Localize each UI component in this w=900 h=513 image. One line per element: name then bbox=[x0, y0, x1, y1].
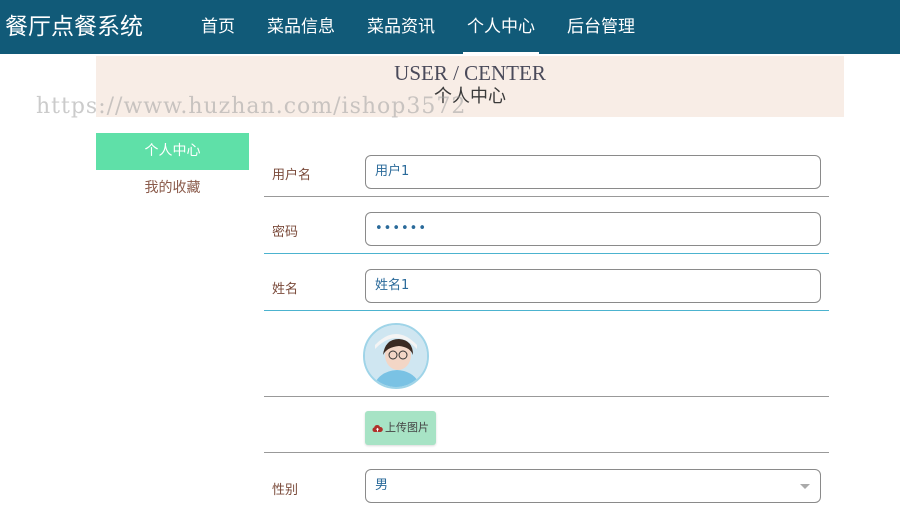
watermark: https://www.huzhan.com/ishop3572 bbox=[36, 94, 467, 119]
avatar-row bbox=[264, 311, 829, 397]
upload-label: 上传图片 bbox=[385, 421, 429, 434]
profile-form: 用户名 用户1 密码 •••••• 姓名 姓名1 上传图片 性别 男 bbox=[264, 145, 829, 513]
password-label: 密码 bbox=[272, 225, 299, 240]
sidebar-item-user-center[interactable]: 个人中心 bbox=[96, 133, 249, 170]
sidebar: 个人中心 我的收藏 bbox=[96, 133, 249, 207]
upload-row: 上传图片 bbox=[264, 397, 829, 453]
top-navbar: 餐厅点餐系统 首页 菜品信息 菜品资讯 个人中心 后台管理 bbox=[0, 0, 900, 54]
sidebar-item-favorites[interactable]: 我的收藏 bbox=[96, 170, 249, 207]
gender-select[interactable]: 男 bbox=[365, 469, 821, 503]
username-input[interactable]: 用户1 bbox=[365, 155, 821, 189]
avatar bbox=[363, 323, 429, 389]
username-label: 用户名 bbox=[272, 168, 312, 183]
password-row: 密码 •••••• bbox=[264, 197, 829, 254]
nav-admin[interactable]: 后台管理 bbox=[551, 0, 651, 54]
name-label: 姓名 bbox=[272, 282, 299, 297]
cloud-upload-icon bbox=[372, 424, 383, 432]
gender-value: 男 bbox=[375, 478, 389, 493]
nav-home[interactable]: 首页 bbox=[185, 0, 251, 54]
gender-row: 性别 男 bbox=[264, 453, 829, 513]
upload-image-button[interactable]: 上传图片 bbox=[365, 411, 436, 445]
avatar-image bbox=[365, 325, 427, 387]
username-row: 用户名 用户1 bbox=[264, 145, 829, 197]
main-nav: 首页 菜品信息 菜品资讯 个人中心 后台管理 bbox=[185, 0, 651, 54]
banner-title-en: USER / CENTER bbox=[394, 61, 546, 85]
nav-dish-news[interactable]: 菜品资讯 bbox=[351, 0, 451, 54]
name-input[interactable]: 姓名1 bbox=[365, 269, 821, 303]
nav-user-center[interactable]: 个人中心 bbox=[451, 0, 551, 54]
password-input[interactable]: •••••• bbox=[365, 212, 821, 246]
site-title: 餐厅点餐系统 bbox=[5, 14, 143, 40]
name-row: 姓名 姓名1 bbox=[264, 254, 829, 311]
gender-label: 性别 bbox=[272, 483, 299, 498]
chevron-down-icon bbox=[800, 484, 810, 489]
nav-dish-info[interactable]: 菜品信息 bbox=[251, 0, 351, 54]
